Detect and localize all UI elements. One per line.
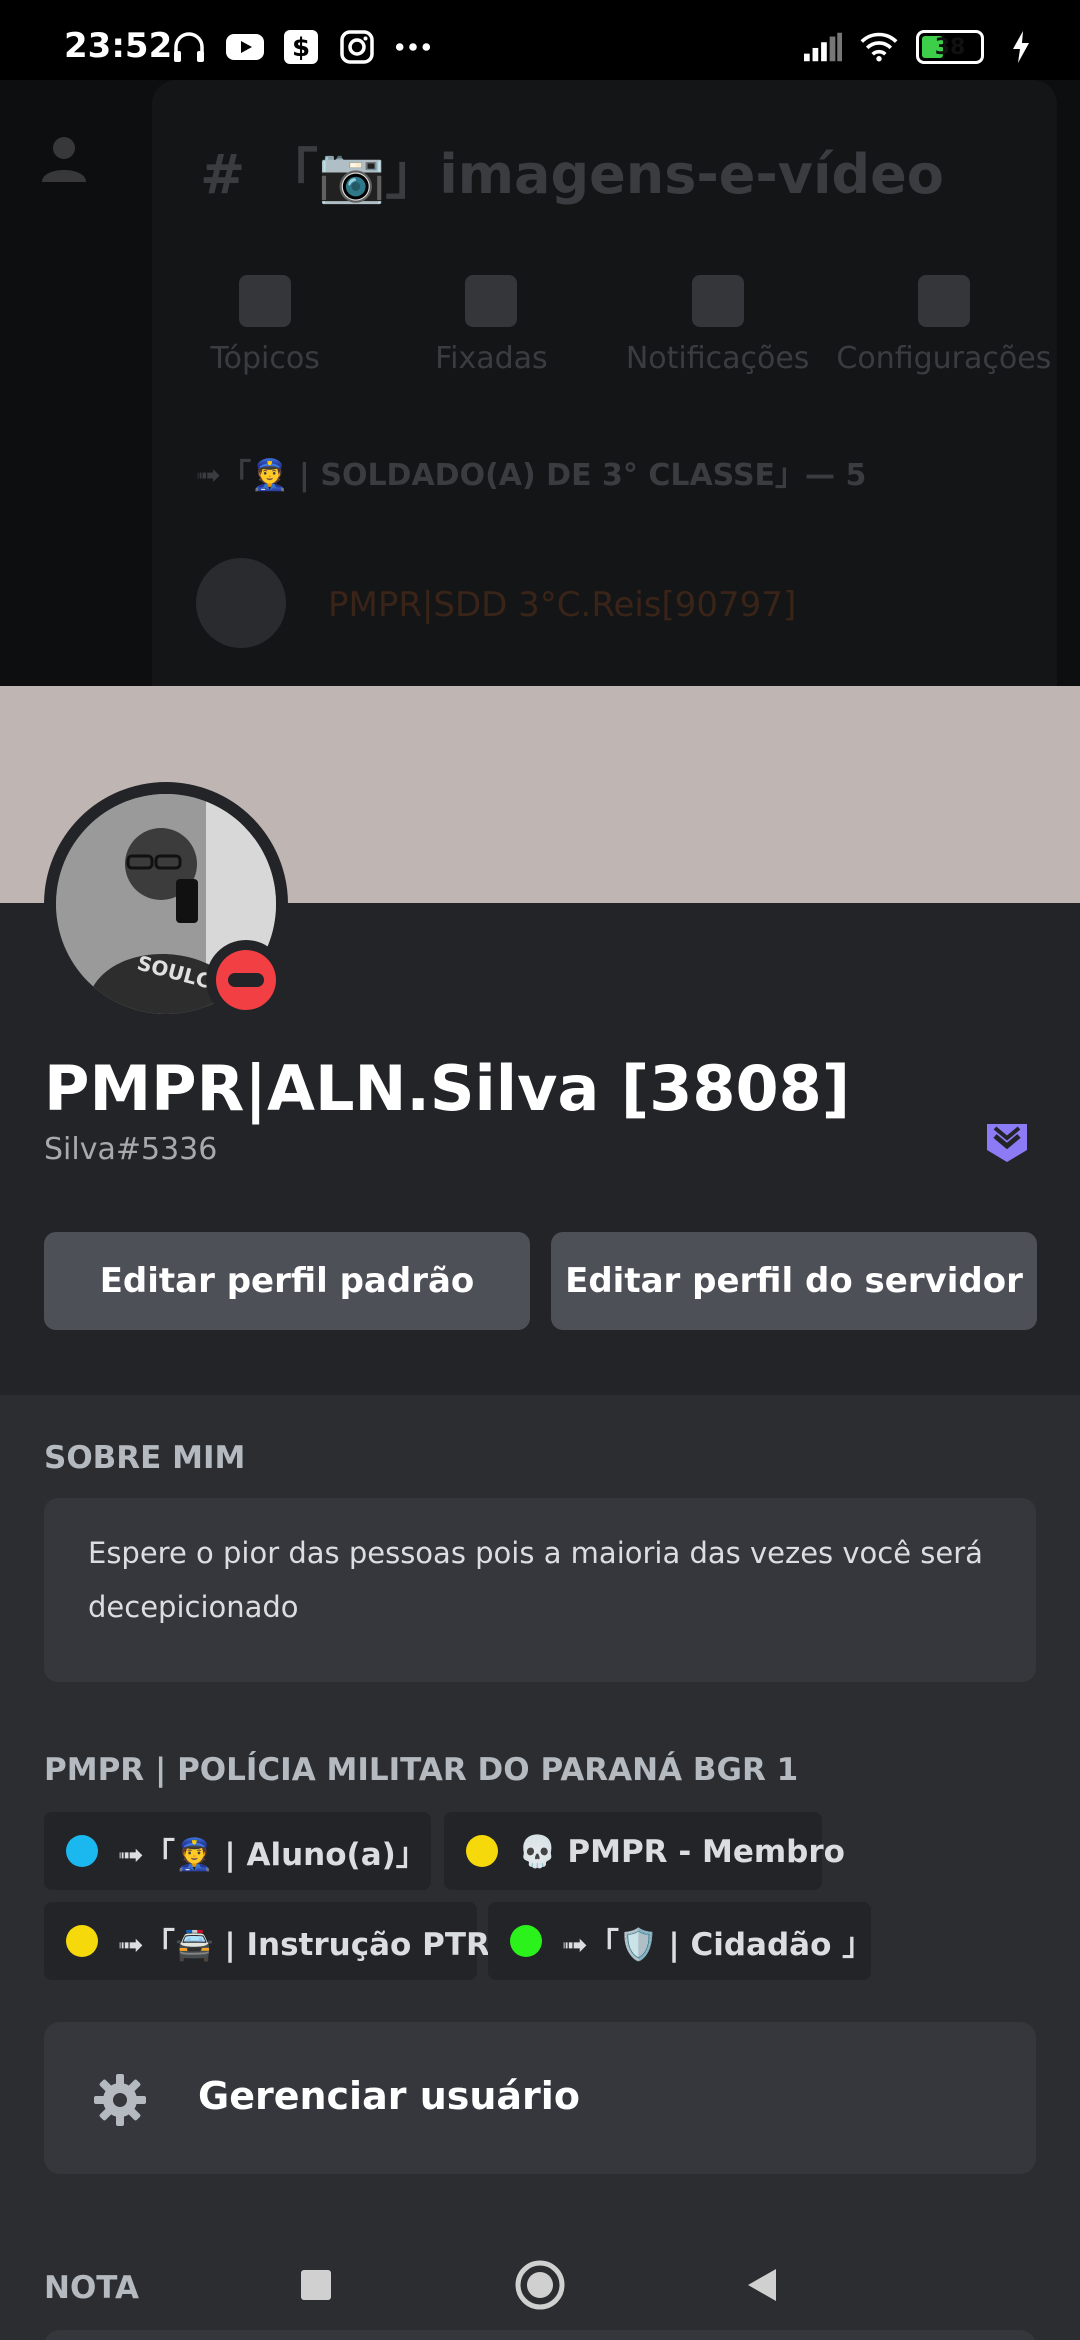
system-icons: 38 [804,28,1040,66]
member-avatar [196,558,286,648]
edit-server-profile-button[interactable]: Editar perfil do servidor [551,1232,1037,1330]
do-not-disturb-icon [216,950,276,1010]
role-chip[interactable]: ➟「🚔 | Instrução PTR [44,1902,490,1980]
threads-icon [239,275,292,327]
role-chip[interactable]: ➟「👮 | Aluno(a)」 [44,1812,431,1890]
members-icon [36,130,92,186]
nitro-badge-icon[interactable] [982,1116,1032,1166]
about-me-text: Espere o pior das pessoas pois a maioria… [88,1536,983,1624]
role-label: ➟「🚔 | Instrução PTR [118,1926,490,1963]
manage-user-label: Gerenciar usuário [198,2074,580,2118]
tool-pinned: Fixadas [379,275,604,376]
status-time: 23:52 [64,26,173,66]
gear-icon [917,275,970,327]
svg-text:$: $ [292,33,310,63]
role-group-header: ➟「👮 | SOLDADO(A) DE 3° CLASSE」— 5 [196,458,867,493]
notification-icons: $ [170,28,432,66]
about-me-title: SOBRE MIM [44,1440,246,1476]
role-color-dot [66,1925,98,1957]
background-channel-view: # 「📷」imagens-e-vídeo Tópicos Fixadas Not… [0,80,1080,686]
edit-default-profile-button[interactable]: Editar perfil padrão [44,1232,530,1330]
battery-icon: 38 [916,30,984,64]
avatar-container[interactable]: SOULCAL [44,782,288,1026]
tool-notifications: Notificações [605,275,830,376]
role-label: ➟「🛡️ | Cidadão 」 [562,1926,874,1963]
role-chip[interactable]: ➟「🛡️ | Cidadão 」 [488,1902,874,1980]
bell-icon [691,275,744,327]
channel-title: # 「📷」imagens-e-vídeo [200,143,944,206]
signal-icon [804,28,842,66]
headphones-icon [170,28,208,66]
role-chip[interactable]: 💀 PMPR - Membro [444,1812,845,1890]
member-name: PMPR|SDD 3°C.Reis[90797] [328,585,797,625]
display-name: PMPR|ALN.Silva [3808] [44,1052,851,1125]
role-color-dot [510,1925,542,1957]
role-color-dot [466,1835,498,1867]
channel-tools: Tópicos Fixadas Notificações Configuraçõ… [152,275,1057,376]
back-icon[interactable] [732,2255,792,2315]
manage-user-button[interactable]: Gerenciar usuário [44,2022,1036,2174]
roles-title: PMPR | POLÍCIA MILITAR DO PARANÁ BGR 1 [44,1752,799,1788]
home-icon[interactable] [510,2255,570,2315]
tool-settings: Configurações [831,275,1056,376]
wifi-icon [860,28,898,66]
role-label: ➟「👮 | Aluno(a)」 [118,1836,427,1873]
username: Silva#5336 [44,1132,218,1167]
navigation-bar [0,2215,1080,2340]
about-me-box: Espere o pior das pessoas pois a maioria… [44,1498,1036,1682]
pin-icon [465,275,518,327]
status-bar: 23:52 $ 38 [0,0,1080,80]
dollar-app-icon: $ [282,28,320,66]
youtube-icon [226,28,264,66]
instagram-icon [338,28,376,66]
status-badge [206,940,286,1020]
more-dots-icon [394,28,432,66]
gear-icon [92,2072,148,2128]
hash-icon: # [200,143,265,206]
recent-apps-icon[interactable] [286,2255,346,2315]
charging-icon [1002,28,1040,66]
tool-topics: Tópicos [153,275,378,376]
role-label: 💀 PMPR - Membro [518,1833,845,1870]
battery-level: 38 [934,34,966,60]
role-color-dot [66,1835,98,1867]
